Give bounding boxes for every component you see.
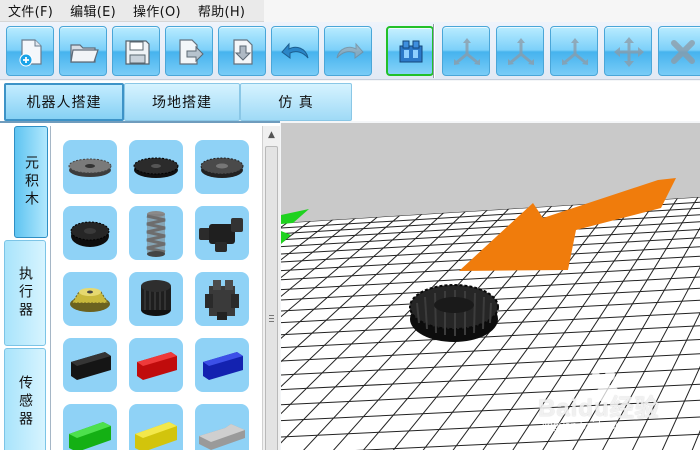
- blocks-icon: [399, 40, 423, 63]
- export-icon: [179, 39, 204, 65]
- robot-builder-window: 文件(F) 编辑(E) 操作(O) 帮助(H) 机器人搭建 场地搭建 仿 真 元…: [0, 0, 700, 450]
- undo-button[interactable]: [271, 26, 319, 76]
- align-a-button[interactable]: [442, 26, 490, 76]
- crown-gear-icon: [205, 280, 239, 320]
- part-tile[interactable]: [63, 140, 117, 194]
- menu-file[interactable]: 文件(F): [8, 1, 53, 20]
- gray-beam-icon: [199, 424, 245, 450]
- side-tab-label: 元积木: [23, 155, 39, 209]
- new-file-icon: [19, 39, 42, 67]
- open-button[interactable]: [59, 26, 107, 76]
- part-tile[interactable]: [129, 404, 183, 450]
- parts-scrollbar[interactable]: ▲: [262, 126, 280, 450]
- parts-grid: [50, 126, 260, 450]
- bevel-gear-icon: [70, 288, 110, 312]
- menu-edit[interactable]: 编辑(E): [70, 1, 116, 20]
- main-tabs: 机器人搭建 场地搭建 仿 真: [0, 81, 700, 121]
- axis-arrows-icon: [454, 38, 480, 65]
- import-icon: [233, 39, 253, 65]
- dark-gear-icon: [200, 157, 244, 178]
- scroll-up-arrow-icon[interactable]: ▲: [263, 126, 280, 143]
- worm-gear-icon: [146, 211, 166, 257]
- import-button[interactable]: [218, 26, 266, 76]
- red-beam-icon: [137, 352, 177, 380]
- folder-open-icon: [70, 44, 99, 63]
- undo-icon: [281, 42, 309, 59]
- tab-field-build[interactable]: 场地搭建: [124, 83, 240, 121]
- black-beam-icon: [71, 352, 111, 380]
- green-beam-icon: [69, 422, 111, 450]
- axis-arrows-icon: [508, 38, 534, 65]
- part-tile[interactable]: [63, 272, 117, 326]
- scroll-thumb[interactable]: [265, 146, 278, 450]
- viewport-scene: [281, 178, 700, 450]
- part-tile[interactable]: [129, 140, 183, 194]
- save-disk-icon: [125, 40, 150, 65]
- delete-button[interactable]: [658, 26, 700, 76]
- redo-icon: [336, 42, 364, 59]
- part-tile[interactable]: [195, 338, 249, 392]
- side-tabs: 元积木 执行器 传感器: [4, 126, 48, 450]
- move-button[interactable]: [604, 26, 652, 76]
- connector-icon: [199, 218, 243, 252]
- black-gear-icon: [133, 157, 179, 178]
- align-b-button[interactable]: [496, 26, 544, 76]
- yellow-beam-icon: [135, 422, 177, 450]
- blue-beam-icon: [203, 352, 243, 380]
- part-tile[interactable]: [195, 140, 249, 194]
- side-tab-blocks[interactable]: 元积木: [14, 126, 48, 238]
- align-c-button[interactable]: [550, 26, 598, 76]
- tire-icon: [70, 221, 110, 247]
- parts-panel: 元积木 执行器 传感器 ▲: [0, 121, 280, 450]
- toolbar-separator: [433, 24, 435, 78]
- blocks-mode-button[interactable]: [386, 26, 434, 76]
- part-tile[interactable]: [129, 206, 183, 260]
- menu-strip: 文件(F) 编辑(E) 操作(O) 帮助(H): [0, 0, 264, 22]
- side-tab-actuators[interactable]: 执行器: [4, 240, 46, 346]
- toolbar: [0, 22, 700, 80]
- gear-wheel-model: [409, 284, 499, 342]
- part-tile[interactable]: [129, 272, 183, 326]
- part-tile[interactable]: [63, 338, 117, 392]
- part-tile[interactable]: [63, 206, 117, 260]
- small-gear-icon: [68, 158, 112, 177]
- menu-help[interactable]: 帮助(H): [198, 1, 245, 20]
- gear-drum-icon: [141, 280, 171, 316]
- side-tab-label: 执行器: [17, 266, 33, 320]
- redo-button[interactable]: [324, 26, 372, 76]
- axis-arrows-icon: [562, 38, 588, 65]
- save-button[interactable]: [112, 26, 160, 76]
- export-button[interactable]: [165, 26, 213, 76]
- move-arrows-icon: [614, 37, 644, 67]
- part-tile[interactable]: [195, 272, 249, 326]
- tab-simulation[interactable]: 仿 真: [240, 83, 352, 121]
- side-tab-label: 传感器: [17, 375, 33, 429]
- new-file-button[interactable]: [6, 26, 54, 76]
- menu-bar: 文件(F) 编辑(E) 操作(O) 帮助(H): [0, 0, 700, 22]
- 3d-viewport[interactable]: [281, 123, 700, 450]
- tab-robot-build[interactable]: 机器人搭建: [4, 83, 124, 121]
- part-tile[interactable]: [129, 338, 183, 392]
- part-tile[interactable]: [63, 404, 117, 450]
- scroll-grip-icon: [269, 315, 274, 322]
- part-tile[interactable]: [195, 404, 249, 450]
- part-tile[interactable]: [195, 206, 249, 260]
- ground-grid: [281, 197, 700, 450]
- close-x-icon: [671, 40, 695, 64]
- menu-operate[interactable]: 操作(O): [133, 1, 181, 20]
- side-tab-sensors[interactable]: 传感器: [4, 348, 46, 450]
